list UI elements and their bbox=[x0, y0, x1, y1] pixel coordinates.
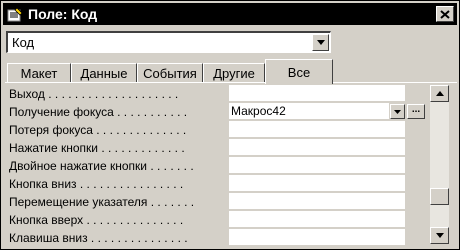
build-button[interactable]: ... bbox=[407, 104, 425, 119]
property-value-field[interactable] bbox=[229, 193, 405, 210]
property-value-field[interactable] bbox=[229, 229, 405, 245]
title-bar[interactable]: Поле: Код bbox=[3, 3, 457, 25]
property-label: Потеря фокуса . . . . . . . . . . . . . … bbox=[9, 123, 187, 137]
property-value-field[interactable] bbox=[229, 85, 405, 102]
property-row-key-down[interactable]: Клавиша вниз . . . . . . . . . . . . . .… bbox=[7, 229, 427, 245]
tab-all[interactable]: Все bbox=[265, 59, 333, 84]
property-label: Получение фокуса . . . . . . . . . . . bbox=[9, 105, 188, 119]
property-label: Перемещение указателя . . . . . . . bbox=[9, 195, 195, 209]
property-row-got-focus[interactable]: Получение фокуса . . . . . . . . . . . М… bbox=[7, 103, 427, 121]
property-label: Кнопка вниз . . . . . . . . . . . . . . … bbox=[9, 177, 184, 191]
property-value-field[interactable] bbox=[229, 121, 405, 138]
tab-other[interactable]: Другие bbox=[203, 63, 265, 83]
scroll-thumb[interactable] bbox=[430, 188, 449, 205]
property-row-mouse-down[interactable]: Кнопка вниз . . . . . . . . . . . . . . … bbox=[7, 175, 427, 193]
property-row-double-click[interactable]: Двойное нажатие кнопки . . . . . . . bbox=[7, 157, 427, 175]
tab-label: Все bbox=[287, 64, 311, 80]
property-dropdown-button[interactable] bbox=[390, 104, 405, 119]
property-grid: Выход . . . . . . . . . . . . . . . . . … bbox=[7, 85, 427, 245]
chevron-down-icon bbox=[394, 109, 401, 114]
tab-data[interactable]: Данные bbox=[71, 63, 137, 83]
tab-label: События bbox=[143, 66, 197, 81]
property-row-mouse-up[interactable]: Кнопка вверх . . . . . . . . . . . . . .… bbox=[7, 211, 427, 229]
property-value-field[interactable]: Макрос42 bbox=[229, 103, 389, 120]
scroll-up-button[interactable] bbox=[430, 85, 449, 102]
property-row-lost-focus[interactable]: Потеря фокуса . . . . . . . . . . . . . … bbox=[7, 121, 427, 139]
property-label: Выход . . . . . . . . . . . . . . . . . … bbox=[9, 87, 179, 101]
property-label: Нажатие кнопки . . . . . . . . . . . . . bbox=[9, 141, 185, 155]
tab-layout[interactable]: Макет bbox=[7, 63, 71, 83]
tab-label: Данные bbox=[80, 66, 128, 81]
tab-events[interactable]: События bbox=[137, 63, 203, 83]
property-row-exit[interactable]: Выход . . . . . . . . . . . . . . . . . … bbox=[7, 85, 427, 103]
object-selector-value: Код bbox=[12, 35, 35, 50]
property-label: Двойное нажатие кнопки . . . . . . . bbox=[9, 159, 194, 173]
property-row-click[interactable]: Нажатие кнопки . . . . . . . . . . . . . bbox=[7, 139, 427, 157]
chevron-down-icon bbox=[316, 40, 325, 45]
property-sheet-window: Поле: Код Код Макет Данные События Други… bbox=[0, 0, 460, 250]
property-row-mouse-move[interactable]: Перемещение указателя . . . . . . . bbox=[7, 193, 427, 211]
scroll-up-icon bbox=[435, 91, 444, 96]
scroll-down-icon bbox=[435, 233, 444, 238]
property-value-field[interactable] bbox=[229, 139, 405, 156]
close-icon bbox=[440, 9, 450, 19]
window-title: Поле: Код bbox=[28, 6, 98, 22]
tab-label: Другие bbox=[213, 66, 255, 81]
object-selector-dropdown-button[interactable] bbox=[312, 34, 329, 51]
vertical-scrollbar[interactable] bbox=[430, 85, 449, 244]
property-label: Кнопка вверх . . . . . . . . . . . . . .… bbox=[9, 213, 184, 227]
tab-strip: Макет Данные События Другие Все bbox=[5, 59, 457, 84]
tab-divider bbox=[5, 82, 457, 83]
object-selector[interactable]: Код bbox=[6, 31, 331, 53]
property-value-field[interactable] bbox=[229, 211, 405, 228]
property-value-field[interactable] bbox=[229, 157, 405, 174]
properties-icon bbox=[7, 6, 23, 22]
property-label: Клавиша вниз . . . . . . . . . . . . . .… bbox=[9, 231, 188, 245]
close-button[interactable] bbox=[436, 6, 454, 22]
property-value-field[interactable] bbox=[229, 175, 405, 192]
tab-label: Макет bbox=[20, 66, 58, 81]
scroll-down-button[interactable] bbox=[430, 227, 449, 244]
